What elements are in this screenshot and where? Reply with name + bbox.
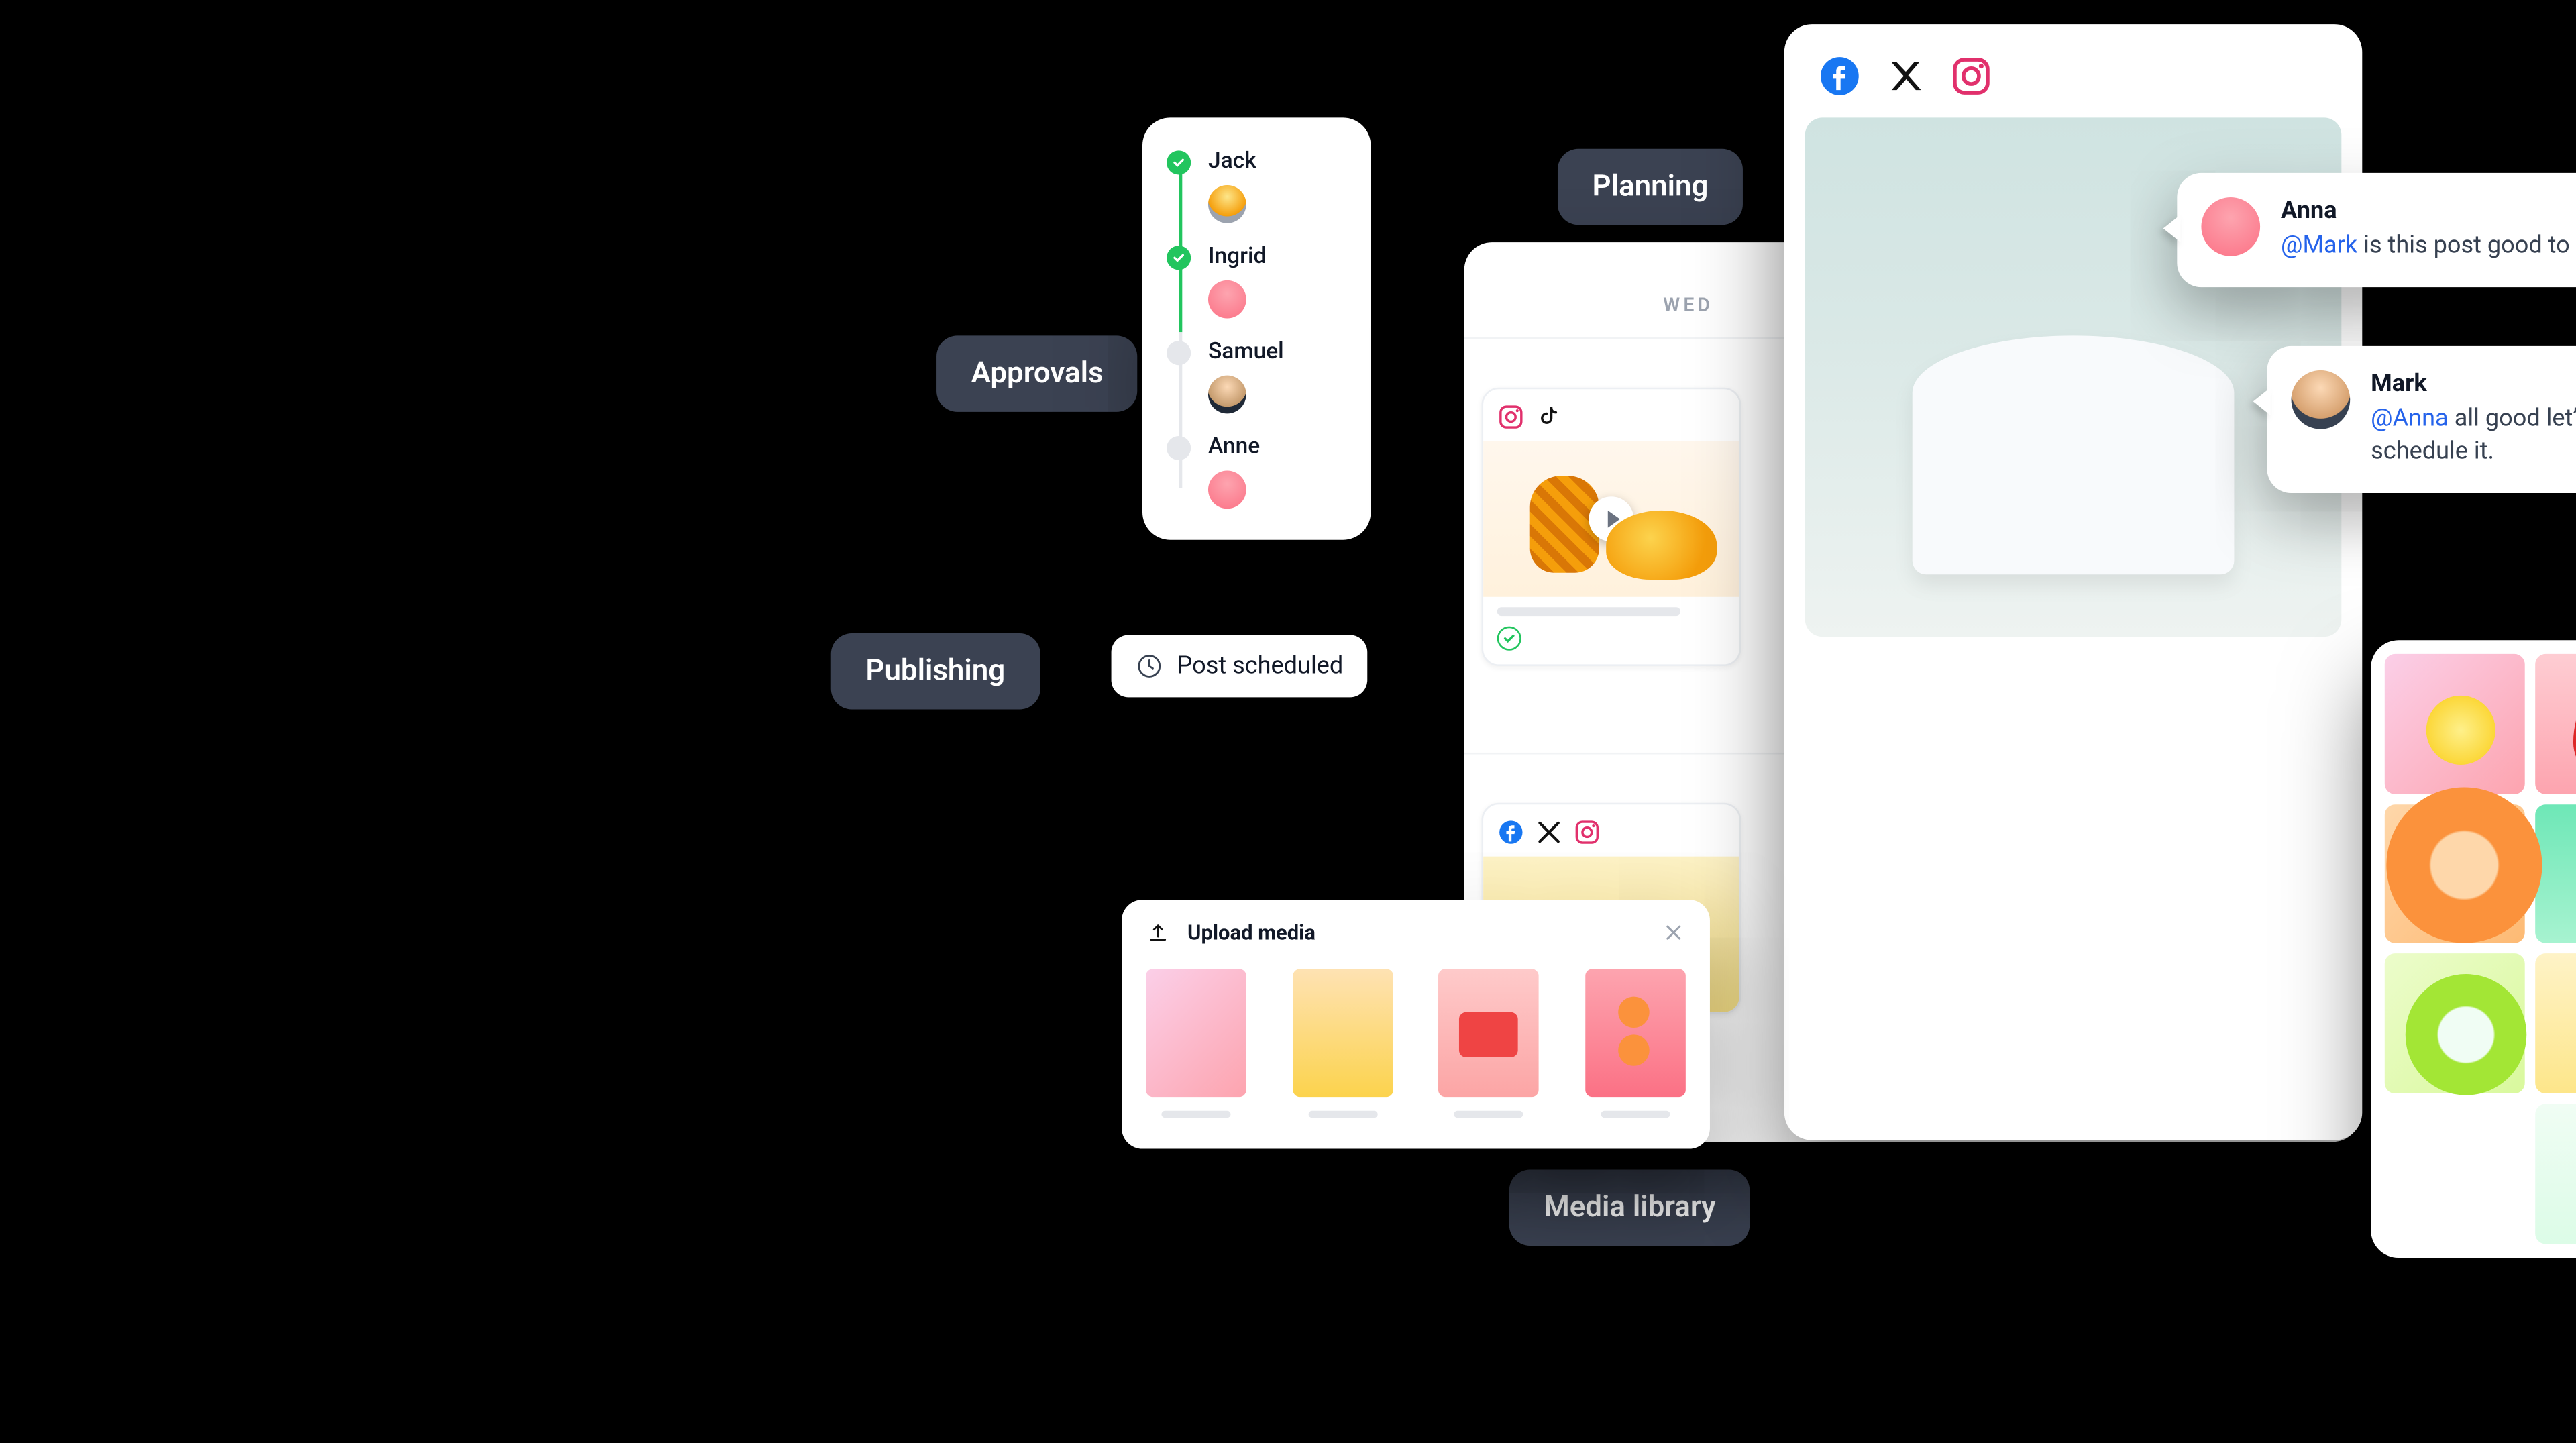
approval-row[interactable]: Ingrid	[1167, 244, 1346, 319]
gallery-tile[interactable]	[2384, 654, 2524, 794]
media-item[interactable]	[1585, 969, 1686, 1118]
media-thumbnail	[1146, 969, 1246, 1097]
gallery-tile[interactable]	[2534, 954, 2576, 1093]
approval-row[interactable]: Samuel	[1167, 339, 1346, 414]
avatar	[1208, 376, 1246, 414]
media-thumbnail	[1585, 969, 1686, 1097]
label-planning: Planning	[1557, 149, 1742, 225]
label-publishing: Publishing	[830, 633, 1039, 709]
approver-name: Jack	[1208, 149, 1256, 175]
mention[interactable]: @Anna	[2371, 405, 2449, 433]
clock-icon	[1135, 652, 1163, 680]
label-media-library: Media library	[1509, 1169, 1750, 1245]
avatar	[1208, 185, 1246, 223]
approval-row[interactable]: Anne	[1167, 434, 1346, 509]
comment-bubble[interactable]: Anna @Mark is this post good to go?	[2177, 173, 2576, 287]
pending-dot-icon	[1167, 340, 1191, 364]
label-approvals: Approvals	[936, 335, 1138, 411]
gallery-tile[interactable]	[2384, 804, 2524, 943]
comment-author: Anna	[2281, 197, 2576, 225]
facebook-icon	[1497, 818, 1524, 846]
approvals-card: Jack Ingrid Samuel Anne	[1142, 117, 1370, 539]
instagram-icon	[1497, 403, 1524, 431]
x-icon	[1535, 818, 1562, 846]
comment-author: Mark	[2371, 370, 2576, 398]
avatar	[2291, 370, 2350, 429]
gallery-tile[interactable]	[2384, 954, 2524, 1093]
mention[interactable]: @Mark	[2281, 232, 2357, 260]
gallery-tile[interactable]	[2534, 654, 2576, 794]
upload-icon[interactable]	[1146, 920, 1170, 945]
instagram-icon	[1573, 818, 1601, 846]
post-scheduled-chip: Post scheduled	[1111, 635, 1367, 698]
play-icon[interactable]	[1589, 496, 1633, 541]
comment-text: @Mark is this post good to go?	[2281, 230, 2576, 263]
approver-name: Anne	[1208, 434, 1259, 460]
instagram-icon[interactable]	[1950, 56, 1992, 97]
media-thumbnail	[1292, 969, 1393, 1097]
post-thumbnail	[1483, 441, 1739, 597]
close-icon[interactable]	[1661, 920, 1685, 945]
tiktok-icon	[1535, 403, 1562, 431]
canvas: Approvals Publishing Planning Media libr…	[793, 0, 2576, 1443]
gallery-panel	[2371, 640, 2576, 1257]
scheduled-post-card[interactable]	[1481, 388, 1741, 666]
avatar	[1208, 280, 1246, 319]
media-library-panel: Upload media	[1122, 900, 1710, 1148]
check-icon	[1167, 150, 1191, 174]
avatar	[1208, 471, 1246, 509]
media-item[interactable]	[1292, 969, 1393, 1118]
media-item[interactable]	[1146, 969, 1246, 1118]
media-thumbnail	[1438, 969, 1539, 1097]
x-icon[interactable]	[1884, 56, 1926, 97]
facebook-icon[interactable]	[1819, 56, 1860, 97]
gallery-tile[interactable]	[2534, 1104, 2576, 1244]
approver-name: Samuel	[1208, 339, 1283, 366]
status-text: Post scheduled	[1177, 652, 1343, 680]
upload-media-title: Upload media	[1187, 920, 1644, 945]
comment-text: @Anna all good let’s schedule it.	[2371, 403, 2576, 468]
approval-row[interactable]: Jack	[1167, 149, 1346, 223]
avatar	[2201, 197, 2260, 256]
check-icon	[1167, 245, 1191, 269]
approved-icon	[1497, 627, 1521, 651]
approver-name: Ingrid	[1208, 244, 1265, 270]
comment-bubble[interactable]: Mark @Anna all good let’s schedule it.	[2267, 346, 2576, 493]
media-item[interactable]	[1438, 969, 1539, 1118]
pending-dot-icon	[1167, 435, 1191, 460]
